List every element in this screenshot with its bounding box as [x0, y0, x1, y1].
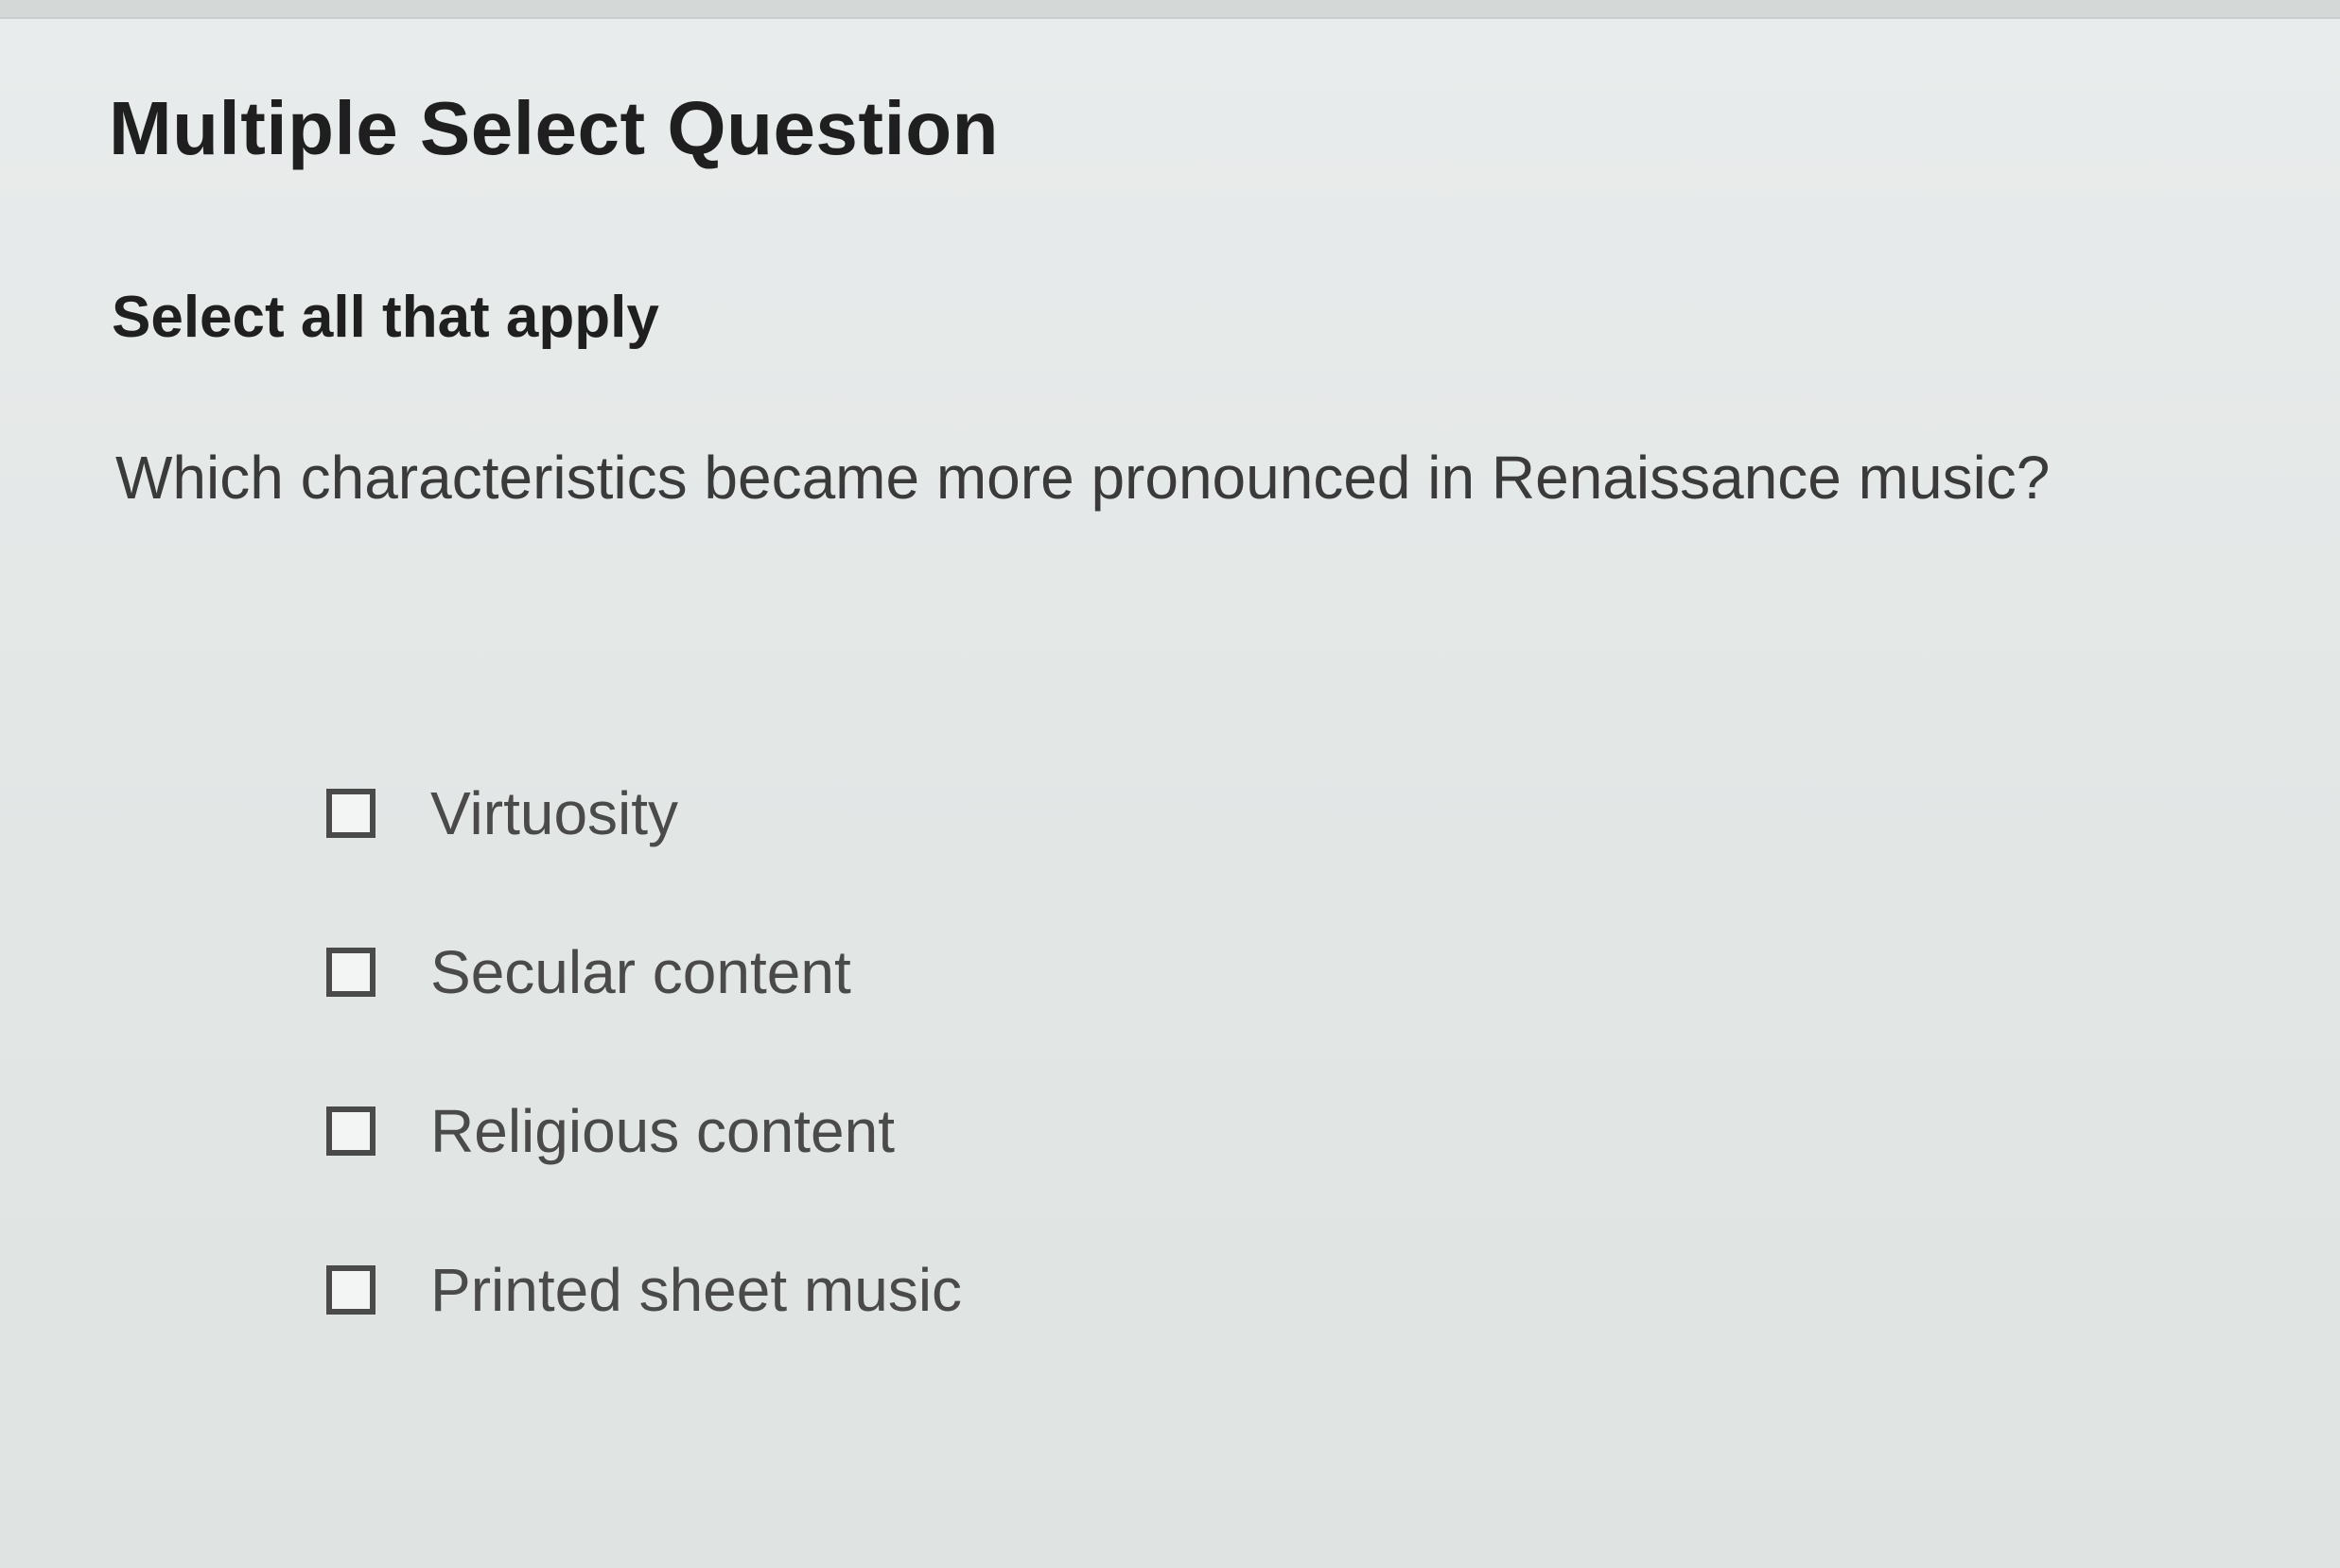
option-label: Religious content	[430, 1097, 895, 1165]
option-religious-content[interactable]: Religious content	[326, 1084, 962, 1178]
option-label: Virtuosity	[430, 779, 679, 847]
question-screen: Multiple Select Question Select all that…	[0, 0, 2340, 1568]
option-printed-sheet-music[interactable]: Printed sheet music	[326, 1243, 962, 1337]
option-secular-content[interactable]: Secular content	[326, 925, 962, 1019]
question-type-heading: Multiple Select Question	[109, 86, 1000, 170]
checkbox[interactable]	[326, 1106, 375, 1156]
answer-options: Virtuosity Secular content Religious con…	[326, 766, 962, 1402]
option-label: Printed sheet music	[430, 1256, 963, 1324]
checkbox[interactable]	[326, 1265, 375, 1315]
top-border	[0, 0, 2340, 19]
option-virtuosity[interactable]: Virtuosity	[326, 766, 962, 861]
option-label: Secular content	[430, 938, 851, 1006]
checkbox[interactable]	[326, 948, 375, 997]
checkbox[interactable]	[326, 789, 375, 838]
instruction-text: Select all that apply	[112, 285, 659, 350]
question-prompt: Which characteristics became more pronou…	[115, 444, 2051, 512]
